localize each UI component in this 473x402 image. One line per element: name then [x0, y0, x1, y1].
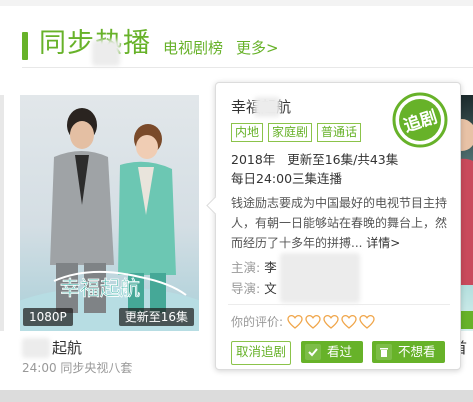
year-update-line: 2018年 更新至16集/共43集 [231, 151, 398, 169]
description-text: 钱途励志要成为中国最好的电视节目主持人，有朝一日能够站在春晚的舞台上，然而经历了… [231, 196, 448, 250]
rating-heart-icon[interactable] [323, 314, 339, 330]
poster-illustration: 幸福起航 [20, 108, 199, 331]
rating-heart-icon[interactable] [341, 314, 357, 330]
description: 钱途励志要成为中国最好的电视节目主持人，有朝一日能够站在春晚的舞台上，然而经历了… [231, 193, 449, 253]
broadcast-schedule: 每日24:00三集连播 [231, 171, 343, 186]
update-status: 更新至16集/共43集 [287, 152, 399, 167]
rating-hearts [287, 314, 375, 330]
section-accent-bar [22, 32, 28, 60]
drama-detail-popup: 幸福起航 内地 家庭剧 普通话 2018年 更新至16集/共43集 每日24:0… [206, 82, 461, 370]
tv-ranking-link[interactable]: 电视剧榜 [163, 38, 223, 58]
popup-divider [228, 304, 450, 305]
cast-line: 主演: 李 [231, 259, 277, 277]
card-title[interactable]: 起航 [52, 338, 82, 358]
blurred-region [280, 253, 360, 303]
popup-pointer [206, 196, 225, 215]
quality-badge: 1080P [23, 308, 73, 326]
rating-heart-icon[interactable] [305, 314, 321, 330]
cancel-follow-button[interactable]: 取消追剧 [231, 341, 291, 365]
next-row-edge [0, 390, 473, 402]
follow-stamp-icon: 追剧 [392, 92, 448, 148]
blurred-region [92, 40, 120, 66]
drama-poster[interactable]: 幸福起航 1080P 更新至16集 [20, 95, 199, 331]
top-strip [0, 0, 473, 6]
trash-icon [376, 344, 392, 360]
tag-region[interactable]: 内地 [231, 123, 264, 142]
tag-genre[interactable]: 家庭剧 [268, 123, 313, 142]
director-value[interactable]: 文 [264, 281, 277, 296]
poster-logo-text: 幸福起航 [60, 276, 140, 300]
cast-value[interactable]: 李 [264, 260, 277, 275]
detail-link[interactable]: 详情> [366, 236, 400, 250]
rating-heart-icon[interactable] [287, 314, 303, 330]
cast-label: 主演: [231, 260, 261, 275]
tag-language[interactable]: 普通话 [317, 123, 362, 142]
section-divider [22, 67, 473, 68]
watched-label: 看过 [327, 344, 353, 359]
not-interested-button[interactable]: 不想看 [372, 341, 445, 363]
blurred-region [22, 338, 50, 358]
watched-button[interactable]: 看过 [301, 341, 363, 363]
card-schedule: 24:00 同步央视八套 [22, 361, 133, 375]
more-link[interactable]: 更多> [236, 38, 279, 58]
episode-badge: 更新至16集 [118, 308, 194, 326]
rating-row: 你的评价: [231, 313, 375, 331]
year: 2018年 [231, 152, 276, 167]
prev-card-edge [0, 95, 4, 331]
blurred-region [254, 97, 280, 117]
check-icon [305, 344, 321, 360]
not-interested-label: 不想看 [398, 344, 436, 359]
director-line: 导演: 文 [231, 280, 277, 298]
director-label: 导演: [231, 281, 261, 296]
rating-label: 你的评价: [231, 315, 284, 329]
rating-heart-icon[interactable] [359, 314, 375, 330]
tag-list: 内地 家庭剧 普通话 [231, 123, 362, 142]
